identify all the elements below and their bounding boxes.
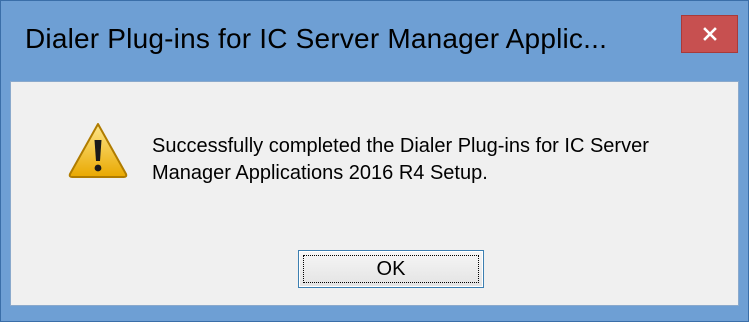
dialog-body: Successfully completed the Dialer Plug-i… xyxy=(10,81,739,306)
close-button[interactable] xyxy=(681,15,738,53)
dialog-title: Dialer Plug-ins for IC Server Manager Ap… xyxy=(25,23,608,54)
title-bar[interactable]: Dialer Plug-ins for IC Server Manager Ap… xyxy=(1,1,748,81)
dialog-window: Dialer Plug-ins for IC Server Manager Ap… xyxy=(0,0,749,322)
dialog-message: Successfully completed the Dialer Plug-i… xyxy=(152,135,649,184)
warning-icon xyxy=(66,118,130,182)
ok-button[interactable]: OK xyxy=(298,250,484,288)
ok-button-label: OK xyxy=(376,257,406,280)
close-icon xyxy=(702,26,718,42)
